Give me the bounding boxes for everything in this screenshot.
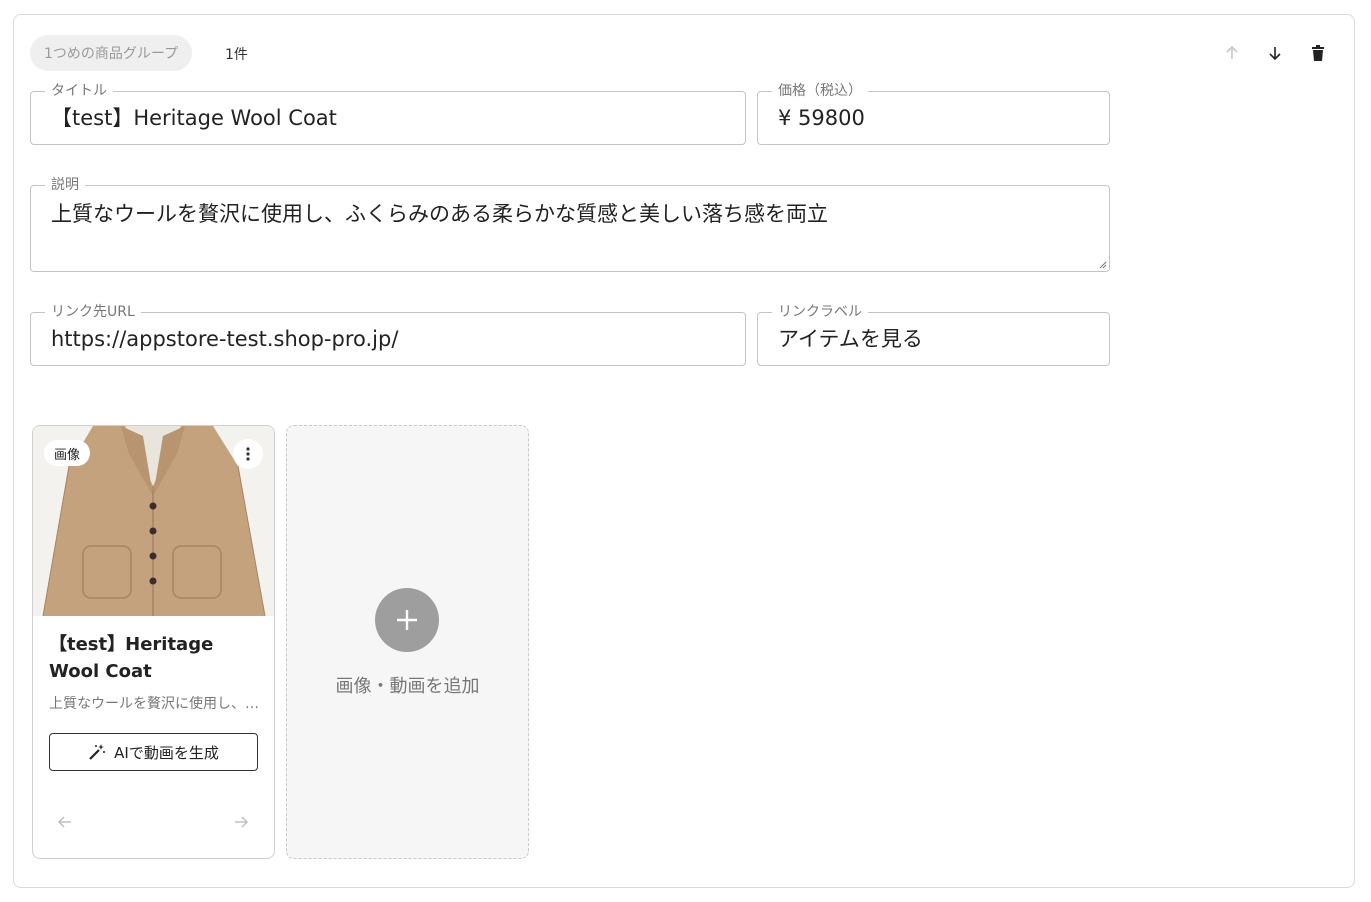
item-count: 1件 (225, 47, 248, 63)
arrow-left-icon (57, 816, 71, 828)
resize-handle-icon[interactable] (1097, 259, 1107, 269)
link-url-field[interactable]: リンク先URL https://appstore-test.shop-pro.j… (30, 302, 746, 366)
card-title: 【test】Heritage Wool Coat (49, 634, 214, 682)
link-label-field[interactable]: リンクラベル アイテムを見る (757, 302, 1110, 366)
arrow-down-icon (1269, 47, 1281, 61)
description-textarea[interactable]: 上質なウールを贅沢に使用し、ふくらみのある柔らかな質感と美しい落ち感を両立 (51, 200, 1095, 228)
description-field[interactable]: 説明 上質なウールを贅沢に使用し、ふくらみのある柔らかな質感と美しい落ち感を両立 (30, 175, 1110, 272)
add-media-button[interactable] (375, 588, 439, 652)
ai-generate-video-button[interactable]: AIで動画を生成 (49, 733, 258, 771)
title-field[interactable]: タイトル 【test】Heritage Wool Coat (30, 81, 746, 145)
title-input[interactable]: 【test】Heritage Wool Coat (51, 104, 731, 132)
trash-icon (1312, 45, 1324, 61)
plus-icon (397, 610, 417, 630)
link-label-label: リンクラベル (772, 302, 868, 322)
move-down-button[interactable] (1260, 38, 1290, 68)
title-label: タイトル (45, 81, 113, 101)
arrow-up-icon (1226, 45, 1238, 59)
price-input[interactable]: ¥ 59800 (778, 104, 1095, 132)
group-name-label: 1つめの商品グループ (44, 46, 179, 62)
price-label: 価格（税込） (772, 81, 868, 101)
card-menu-button[interactable] (233, 439, 263, 469)
magic-wand-icon (89, 744, 106, 760)
product-image[interactable]: 画像 (33, 426, 274, 616)
media-type-badge: 画像 (44, 440, 91, 466)
description-label: 説明 (45, 175, 85, 195)
group-name-chip: 1つめの商品グループ (30, 35, 193, 71)
price-field[interactable]: 価格（税込） ¥ 59800 (757, 81, 1110, 145)
ai-generate-video-label: AIで動画を生成 (114, 743, 219, 762)
add-media-label: 画像・動画を追加 (335, 676, 480, 697)
link-label-input[interactable]: アイテムを見る (778, 325, 1095, 353)
card-description: 上質なウールを贅沢に使用し、ふくらみのある柔らかな質感と美しい落ち感を両立 (49, 696, 259, 712)
link-url-input[interactable]: https://appstore-test.shop-pro.jp/ (51, 325, 731, 353)
move-up-button[interactable] (1217, 38, 1247, 68)
more-vertical-icon (246, 447, 250, 461)
next-button[interactable] (229, 810, 253, 834)
delete-button[interactable] (1303, 38, 1333, 68)
add-media-tile[interactable]: 画像・動画を追加 (286, 425, 529, 859)
media-card: 画像 【test】Heritage Wool Coat 上質なウールを贅沢に使用… (32, 425, 275, 859)
link-url-label: リンク先URL (45, 302, 141, 322)
previous-button[interactable] (53, 810, 77, 834)
arrow-right-icon (235, 816, 249, 828)
